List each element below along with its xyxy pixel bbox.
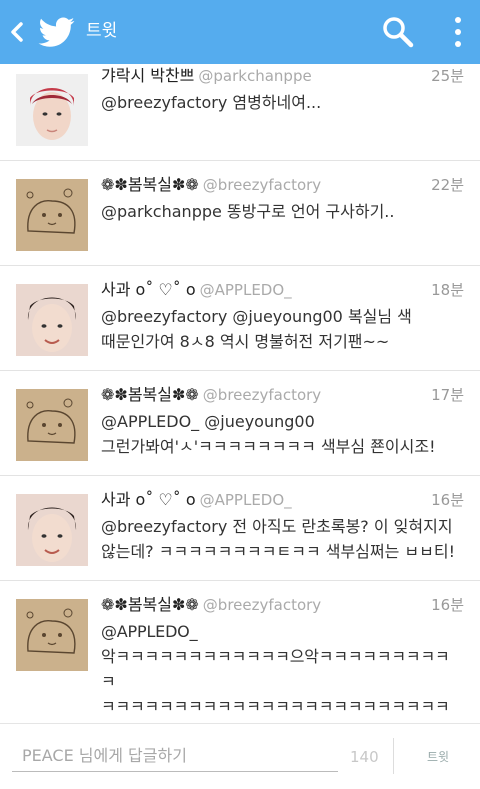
display-name: ❁✽봄복실✽❁ [101,595,199,614]
divider [393,738,394,774]
display-name: 사과 o˚ ♡˚ o [101,490,196,509]
tweet-item[interactable]: ❁✽봄복실✽❁ @breezyfactory 22분 @parkchanppe 똥… [0,161,480,266]
user-handle: @APPLEDO_ [199,491,292,509]
avatar[interactable] [16,179,88,251]
user-handle: @breezyfactory [202,386,322,404]
timestamp: 17분 [431,386,464,404]
author-name[interactable]: ❁✽봄복실✽❁ @breezyfactory [101,175,321,195]
tweet-item[interactable]: 갸락시 박찬쁘 @parkchanppe 25분 @breezyfactory 염… [0,64,480,161]
tweet-text: @breezyfactory 전 아직도 란초록봉? 이 잊혀지지 않는데? ㅋ… [101,517,456,561]
user-handle: @breezyfactory [202,176,322,194]
tweet-item[interactable]: ❁✽봄복실✽❁ @breezyfactory 17분 @APPLEDO_ @jue… [0,371,480,476]
avatar[interactable] [16,494,88,566]
user-handle: @breezyfactory [202,596,322,614]
tweet-item[interactable]: 사과 o˚ ♡˚ o @APPLEDO_ 18분 @breezyfactory @… [0,266,480,371]
user-handle: @parkchanppe [198,67,312,85]
tweet-text: @APPLEDO_ @jueyoung00 그런가봐여'ㅅ'ㅋㅋㅋㅋㅋㅋㅋㅋ 색… [101,412,436,456]
app-bar: 트윗 [0,0,480,64]
character-count: 140 [350,748,379,766]
twitter-bird-icon [38,17,75,47]
display-name: ❁✽봄복실✽❁ [101,385,199,404]
author-name[interactable]: ❁✽봄복실✽❁ @breezyfactory [101,595,321,615]
timestamp: 25분 [431,67,464,85]
reply-composer: 140 트윗 [0,723,480,789]
author-name[interactable]: ❁✽봄복실✽❁ @breezyfactory [101,385,321,405]
user-handle: @APPLEDO_ [199,281,292,299]
overflow-menu-icon[interactable] [446,14,470,50]
page-title: 트윗 [86,21,118,41]
avatar[interactable] [16,389,88,461]
tweet-text: @breezyfactory @jueyoung00 복실님 색 때문인가여 8… [101,307,412,351]
display-name: 사과 o˚ ♡˚ o [101,280,196,299]
search-icon[interactable] [380,14,416,50]
author-name[interactable]: 갸락시 박찬쁘 @parkchanppe [101,66,312,86]
timestamp: 18분 [431,281,464,299]
tweet-item[interactable]: ❁✽봄복실✽❁ @breezyfactory 16분 @APPLEDO_ 악ㅋㅋㅋ… [0,581,480,723]
tweet-text: @parkchanppe 똥방구로 언어 구사하기.. [101,202,395,221]
timestamp: 16분 [431,491,464,509]
timestamp: 22분 [431,176,464,194]
author-name[interactable]: 사과 o˚ ♡˚ o @APPLEDO_ [101,280,292,300]
tweet-send-button[interactable]: 트윗 [410,744,466,770]
timestamp: 16분 [431,596,464,614]
tweet-feed[interactable]: 갸락시 박찬쁘 @parkchanppe 25분 @breezyfactory 염… [0,64,480,723]
tweet-item[interactable]: 사과 o˚ ♡˚ o @APPLEDO_ 16분 @breezyfactory 전… [0,476,480,581]
author-name[interactable]: 사과 o˚ ♡˚ o @APPLEDO_ [101,490,292,510]
tweet-text: @breezyfactory 염병하네여... [101,93,322,112]
avatar[interactable] [16,599,88,671]
display-name: ❁✽봄복실✽❁ [101,175,199,194]
back-arrow-icon[interactable] [6,17,26,47]
display-name: 갸락시 박찬쁘 [101,66,195,85]
avatar[interactable] [16,284,88,356]
tweet-text: @APPLEDO_ 악ㅋㅋㅋㅋㅋㅋㅋㅋㅋㅋㅋㅋ으악ㅋㅋㅋㅋㅋㅋㅋㅋㅋㅋ ㅋㅋㅋㅋ… [101,622,450,723]
reply-input[interactable] [12,740,338,772]
avatar[interactable] [16,74,88,146]
